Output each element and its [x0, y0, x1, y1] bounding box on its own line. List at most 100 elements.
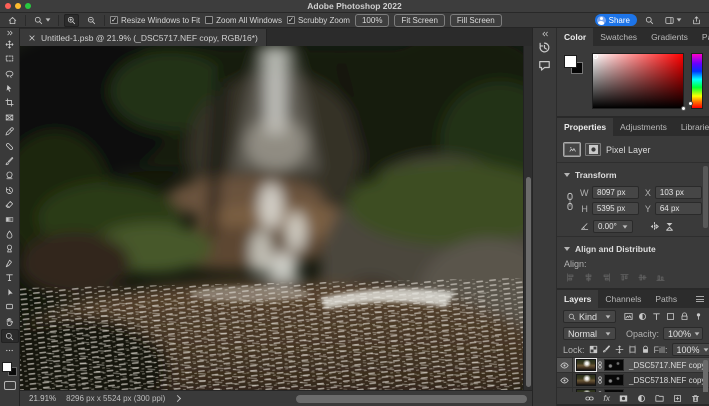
layer-name[interactable]: _DSC5717.NEF copy — [629, 361, 705, 370]
visibility-eye-icon[interactable] — [557, 358, 573, 372]
filter-toggle-icon[interactable] — [694, 312, 703, 321]
saturation-brightness-field[interactable] — [592, 53, 684, 109]
screen-mode-icon[interactable] — [4, 381, 16, 390]
horizontal-scrollbar-thumb[interactable] — [296, 395, 527, 403]
zoom-level-field[interactable]: 100% — [355, 14, 389, 27]
opacity-dropdown[interactable]: 100% — [663, 327, 703, 340]
expand-tools-icon[interactable] — [6, 28, 14, 37]
vertical-scrollbar[interactable] — [523, 46, 532, 390]
tab-color[interactable]: Color — [557, 28, 593, 46]
align-section-header[interactable]: Align and Distribute — [564, 240, 702, 257]
layer-mask-thumbnail[interactable] — [604, 374, 624, 386]
foreground-color-swatch[interactable] — [564, 55, 577, 68]
search-icon[interactable] — [642, 14, 657, 27]
zoom-window-button[interactable] — [25, 3, 31, 9]
gradient-tool[interactable] — [1, 212, 19, 227]
crop-tool[interactable] — [1, 95, 19, 110]
tab-gradients[interactable]: Gradients — [644, 28, 695, 46]
mask-link-icon[interactable] — [596, 361, 604, 369]
fill-screen-button[interactable]: Fill Screen — [450, 14, 502, 27]
close-icon[interactable] — [28, 34, 36, 42]
blend-mode-dropdown[interactable]: Normal — [563, 327, 616, 340]
width-field[interactable]: 8097 px — [592, 186, 639, 199]
brush-tool[interactable] — [1, 154, 19, 169]
eyedropper-tool[interactable] — [1, 125, 19, 140]
lock-artboard-icon[interactable] — [628, 345, 637, 354]
minimize-window-button[interactable] — [15, 3, 21, 9]
flip-horizontal-icon[interactable] — [649, 221, 660, 232]
layer-row[interactable]: _DSC5717.NEF copy — [557, 358, 709, 373]
foreground-color-swatch[interactable] — [2, 362, 12, 372]
status-zoom-field[interactable]: 21.91% — [29, 394, 56, 403]
foreground-background-colors[interactable] — [2, 360, 18, 376]
angle-field[interactable]: 0.00° — [593, 220, 633, 233]
new-group-icon[interactable] — [655, 394, 664, 403]
layer-row[interactable]: _DSC5718.NEF copy — [557, 373, 709, 388]
tab-paths[interactable]: Paths — [648, 290, 684, 308]
x-field[interactable]: 103 px — [655, 186, 702, 199]
lasso-tool[interactable] — [1, 66, 19, 81]
scrubby-zoom-checkbox[interactable]: ✓ Scrubby Zoom — [287, 16, 350, 25]
delete-layer-icon[interactable] — [691, 394, 700, 403]
zoom-out-button[interactable] — [84, 14, 99, 27]
workspace-switcher-icon[interactable] — [662, 14, 684, 27]
mask-link-icon[interactable] — [596, 391, 604, 392]
properties-scrollbar-thumb[interactable] — [703, 166, 708, 228]
visibility-eye-icon[interactable] — [557, 373, 573, 387]
filter-shape-layers-icon[interactable] — [666, 312, 675, 321]
mask-link-icon[interactable] — [596, 376, 604, 384]
adjustment-layer-icon[interactable] — [637, 394, 646, 403]
add-mask-icon[interactable] — [619, 394, 628, 403]
fit-screen-button[interactable]: Fit Screen — [394, 14, 444, 27]
share-button[interactable]: Share — [595, 14, 637, 26]
healing-brush-tool[interactable] — [1, 139, 19, 154]
zoom-tool[interactable] — [1, 329, 19, 344]
layer-thumbnail[interactable] — [576, 389, 596, 392]
tab-channels[interactable]: Channels — [598, 290, 648, 308]
edit-toolbar-icon[interactable] — [1, 343, 19, 358]
canvas[interactable] — [20, 46, 532, 390]
layers-scrollbar-thumb[interactable] — [703, 360, 708, 392]
tab-layers[interactable]: Layers — [557, 290, 598, 308]
tab-libraries[interactable]: Libraries — [674, 118, 709, 136]
height-field[interactable]: 5395 px — [592, 202, 639, 215]
share-export-icon[interactable] — [689, 14, 704, 27]
tab-patterns[interactable]: Patterns — [695, 28, 709, 46]
foreground-background-colors[interactable] — [564, 53, 585, 109]
fill-dropdown[interactable]: 100% — [672, 343, 709, 356]
layer-mask-thumbnail[interactable] — [604, 389, 624, 392]
lock-position-icon[interactable] — [615, 345, 624, 354]
tab-swatches[interactable]: Swatches — [593, 28, 644, 46]
y-field[interactable]: 64 px — [655, 202, 702, 215]
filter-pixel-layers-icon[interactable] — [624, 312, 633, 321]
layer-row[interactable]: _DSC5719.NEF copy — [557, 388, 709, 392]
clone-stamp-tool[interactable] — [1, 168, 19, 183]
zoom-in-button[interactable] — [64, 14, 79, 27]
comments-panel-icon[interactable] — [533, 56, 556, 74]
hue-slider[interactable] — [691, 53, 703, 109]
visibility-eye-icon[interactable] — [557, 388, 573, 392]
move-tool[interactable] — [1, 37, 19, 52]
document-tab[interactable]: Untitled-1.psb @ 21.9% (_DSC5717.NEF cop… — [20, 29, 267, 46]
eraser-tool[interactable] — [1, 198, 19, 213]
filter-adjustment-layers-icon[interactable] — [638, 312, 647, 321]
lock-all-icon[interactable] — [641, 345, 650, 354]
pen-tool[interactable] — [1, 256, 19, 271]
blur-tool[interactable] — [1, 227, 19, 242]
vertical-scrollbar-thumb[interactable] — [526, 177, 531, 387]
zoom-all-windows-checkbox[interactable]: Zoom All Windows — [205, 16, 282, 25]
layer-name[interactable]: _DSC5718.NEF copy — [629, 376, 705, 385]
frame-tool[interactable] — [1, 110, 19, 125]
tab-properties[interactable]: Properties — [557, 118, 613, 136]
transform-section-header[interactable]: Transform — [564, 166, 702, 183]
layer-effects-icon[interactable]: fx — [603, 393, 610, 403]
status-menu-chevron-icon[interactable] — [174, 395, 181, 402]
tab-adjustments[interactable]: Adjustments — [613, 118, 674, 136]
filter-type-layers-icon[interactable] — [652, 312, 661, 321]
layer-mask-thumbnail[interactable] — [604, 359, 624, 371]
lock-transparency-icon[interactable] — [589, 345, 598, 354]
panel-menu-icon[interactable] — [696, 290, 709, 308]
lock-pixels-icon[interactable] — [602, 345, 611, 354]
color-picker-marker[interactable] — [593, 54, 598, 59]
close-window-button[interactable] — [5, 3, 11, 9]
